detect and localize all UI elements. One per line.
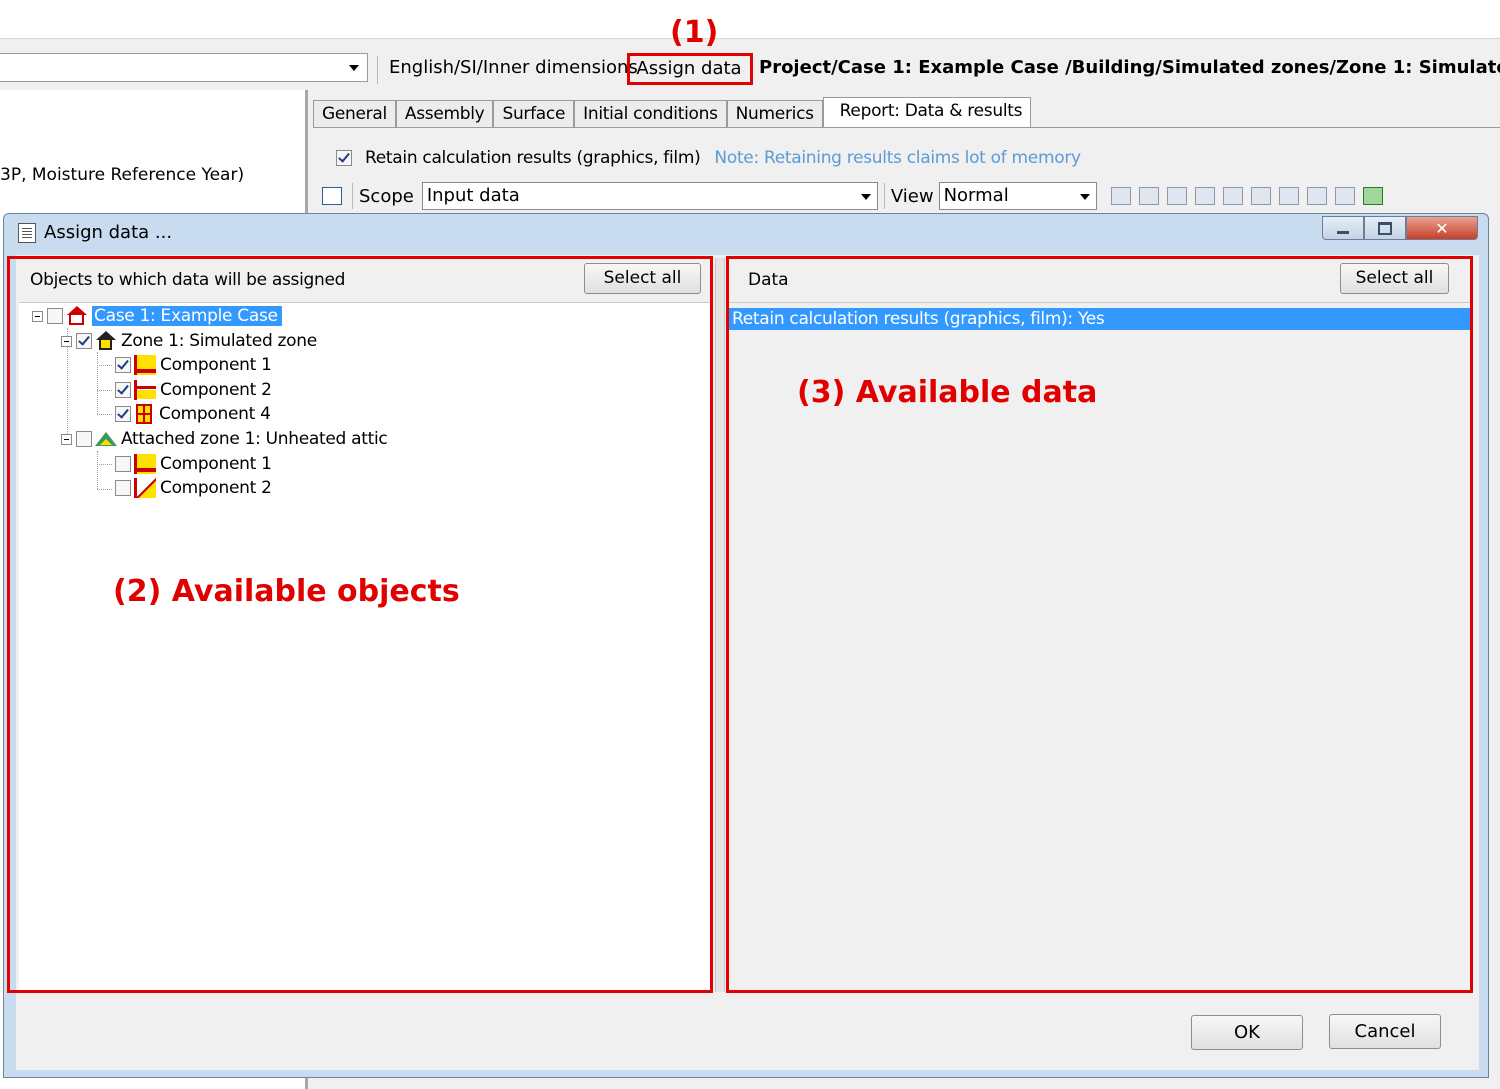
export-icon[interactable] [1306,187,1327,205]
zoom-in-icon[interactable] [1250,187,1271,205]
retain-results-label: Retain calculation results (graphics, fi… [365,148,701,168]
view-select[interactable]: Normal [938,182,1097,210]
list-document-icon [18,222,36,243]
memory-note: Note: Retaining results claims lot of me… [714,148,1081,168]
view-value: Normal [943,185,1009,206]
zoom-out-icon[interactable] [1278,187,1299,205]
maximize-button[interactable] [1364,216,1406,240]
layout-icon[interactable] [322,187,342,205]
annotation-label-assign: (1) [670,15,719,50]
scope-select[interactable]: Input data [421,182,878,210]
scope-label: Scope [359,185,414,207]
print-icon[interactable] [1334,187,1355,205]
report-toolbar: Scope Input data View Normal [320,181,1387,211]
pointer-icon[interactable] [1138,187,1159,205]
excel-icon[interactable] [1362,187,1383,205]
chevron-down-icon [349,65,359,71]
maximize-icon [1378,221,1392,235]
breadcrumb: Project/Case 1: Example Case /Building/S… [759,57,1500,78]
chevron-down-icon [860,194,871,200]
toolbar-divider [377,56,378,84]
retain-results-checkbox[interactable] [336,150,352,166]
units-label[interactable]: English/SI/Inner dimensions [389,57,638,78]
window-controls: ✕ [1322,216,1478,240]
retain-results-row: Retain calculation results (graphics, fi… [336,148,1081,168]
close-icon: ✕ [1435,218,1449,238]
tab-underline [313,127,1500,128]
close-button[interactable]: ✕ [1406,216,1478,240]
dialog-title-bar: Assign data ... [18,222,172,243]
project-combo[interactable] [0,53,368,82]
annotation-box-data [726,256,1473,993]
properties-icon[interactable] [1166,187,1187,205]
view-label: View [890,185,934,207]
tab-surface[interactable]: Surface [493,100,575,127]
annotation-label-objects: (2) Available objects [113,574,460,609]
ok-button[interactable]: OK [1191,1015,1303,1050]
annotation-label-data: (3) Available data [797,375,1098,410]
minimize-button[interactable] [1322,216,1364,240]
chevron-down-icon [1079,194,1090,200]
tab-initial-conditions[interactable]: Initial conditions [574,100,727,127]
tab-general[interactable]: General [313,100,396,127]
editor-tabs: General Assembly Surface Initial conditi… [313,97,1032,127]
panel-splitter[interactable] [715,258,725,992]
annotation-box-assign [627,53,753,85]
annotation-box-objects [7,256,713,993]
dialog-title: Assign data ... [44,222,173,243]
tab-assembly[interactable]: Assembly [395,100,494,127]
cancel-button[interactable]: Cancel [1329,1014,1441,1049]
tab-numerics[interactable]: Numerics [726,100,823,127]
minimize-icon [1337,230,1349,234]
portrait-icon[interactable] [1222,187,1243,205]
scope-value: Input data [426,185,520,206]
page-icon[interactable] [1110,187,1131,205]
toolbar-divider [883,183,885,209]
tab-report[interactable]: Report: Data & results [822,97,1032,127]
navigation-pane-text: 3P, Moisture Reference Year) [0,165,245,185]
frame-icon[interactable] [1194,187,1215,205]
toolbar-divider [352,183,353,209]
